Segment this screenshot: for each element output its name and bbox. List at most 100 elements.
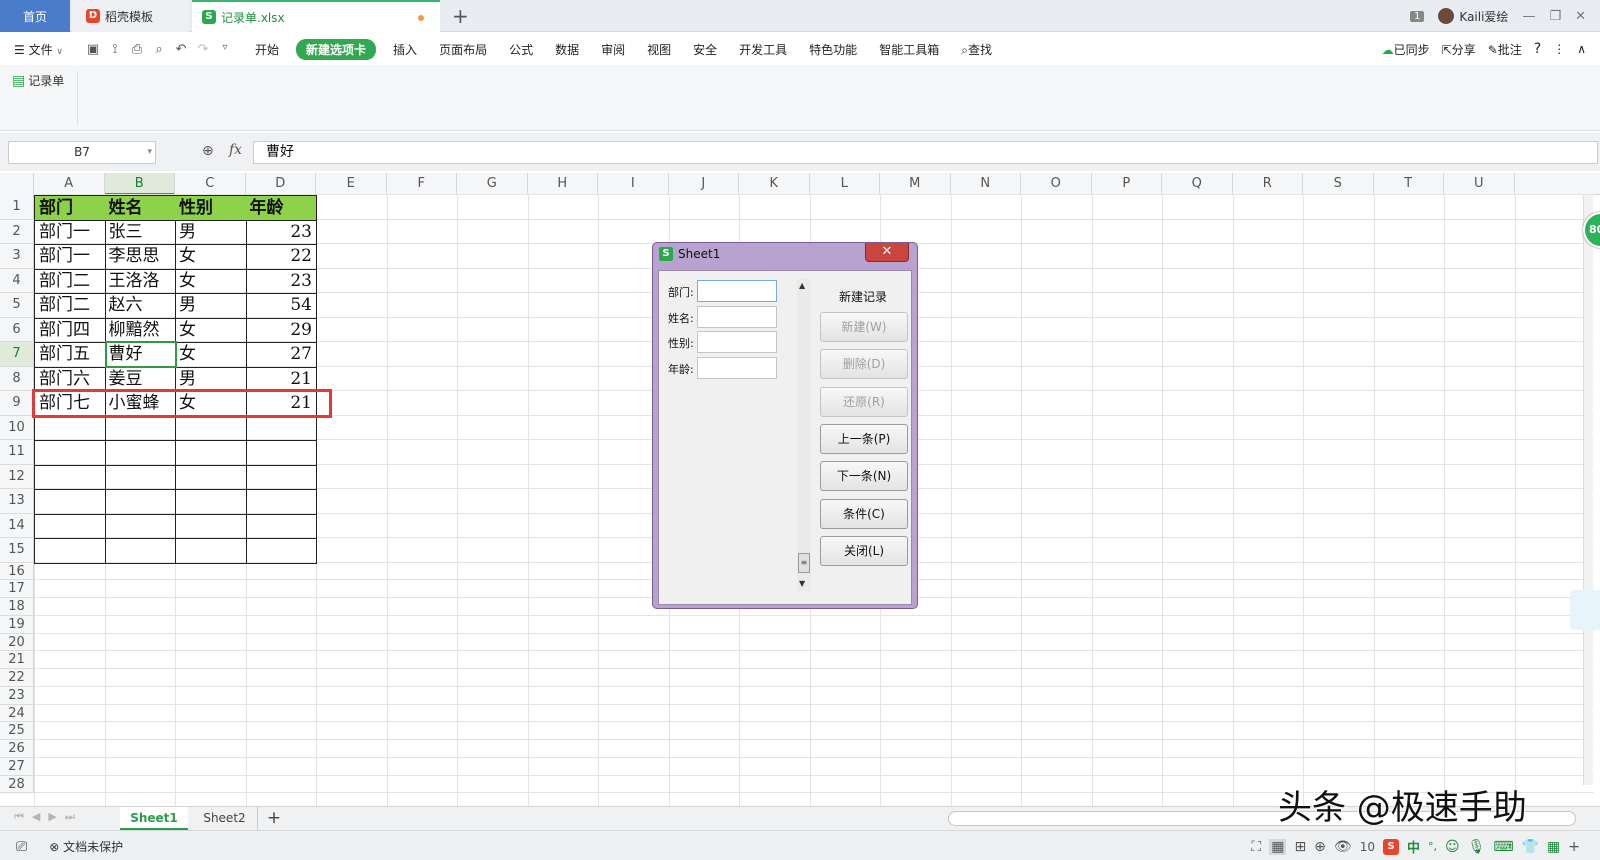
table-cell[interactable]: 23 (245, 219, 317, 245)
field-input[interactable] (697, 280, 777, 302)
table-cell[interactable]: 27 (245, 342, 317, 368)
column-header-P[interactable]: P (1092, 173, 1162, 195)
page-break-view-icon[interactable]: ⊞ (1294, 839, 1306, 855)
toolbox-icon[interactable]: ▦ (1547, 839, 1560, 855)
sheet-tab-sheet2[interactable]: Sheet2 (192, 807, 258, 830)
row-header-12[interactable]: 12 (0, 464, 34, 489)
share-button[interactable]: ⇱分享 (1442, 41, 1476, 58)
row-header-23[interactable]: 23 (0, 686, 34, 705)
microphone-icon[interactable]: 🎙 (1468, 839, 1486, 855)
column-header-D[interactable]: D (246, 173, 316, 195)
dialog-button-6[interactable]: 条件(C) (820, 498, 908, 529)
column-header-H[interactable]: H (528, 173, 598, 195)
ribbon-tab-1[interactable]: 开始 (244, 41, 290, 58)
empty-table-cell[interactable] (34, 440, 106, 466)
select-all-corner[interactable] (0, 173, 34, 195)
empty-table-cell[interactable] (245, 440, 317, 466)
record-scrollbar[interactable]: ▲ ≡ ▼ (797, 279, 811, 591)
keyboard-icon[interactable]: ⌨ (1493, 839, 1513, 855)
empty-table-cell[interactable] (175, 513, 247, 539)
row-header-21[interactable]: 21 (0, 651, 34, 669)
tab-template[interactable]: D 稻壳模板 (72, 0, 189, 32)
minimize-icon[interactable]: — (1522, 9, 1535, 24)
table-cell[interactable]: 29 (245, 317, 317, 343)
table-cell[interactable]: 女 (175, 268, 247, 294)
table-header-cell[interactable]: 性别 (175, 195, 247, 221)
column-header-K[interactable]: K (739, 173, 810, 195)
empty-table-cell[interactable] (104, 415, 176, 441)
ribbon-tab-3[interactable]: 插入 (382, 41, 428, 58)
insert-function-button[interactable]: fx (229, 142, 242, 158)
table-cell[interactable]: 部门二 (34, 268, 106, 294)
empty-table-cell[interactable] (34, 464, 106, 490)
protection-status[interactable]: ⊗ 文档未保护 (49, 838, 123, 855)
sogou-ime-icon[interactable]: S (1382, 838, 1399, 855)
row-header-14[interactable]: 14 (0, 513, 34, 538)
empty-table-cell[interactable] (104, 538, 176, 564)
zoom-in-icon[interactable]: + (1568, 839, 1580, 855)
table-cell[interactable]: 王洛洛 (104, 268, 176, 294)
dialog-button-3[interactable]: 还原(R) (820, 386, 908, 417)
file-menu[interactable]: ☰ 文件 ∨ (0, 41, 74, 58)
tab-home[interactable]: 首页 (0, 0, 70, 32)
ribbon-tab-9[interactable]: 安全 (682, 41, 728, 58)
column-header-L[interactable]: L (810, 173, 880, 195)
row-header-15[interactable]: 15 (0, 538, 34, 563)
column-header-C[interactable]: C (175, 173, 246, 195)
window-count-badge[interactable]: 1 (1410, 10, 1425, 22)
row-header-20[interactable]: 20 (0, 633, 34, 652)
table-cell[interactable]: 李思思 (104, 244, 176, 270)
chevron-down-icon[interactable]: ▾ (147, 142, 152, 163)
table-cell[interactable]: 部门五 (34, 342, 106, 368)
empty-table-cell[interactable] (175, 538, 247, 564)
print-icon[interactable]: ⎙ (126, 42, 148, 57)
row-header-22[interactable]: 22 (0, 669, 34, 687)
table-cell[interactable]: 女 (175, 342, 247, 368)
column-header-G[interactable]: G (457, 173, 528, 195)
column-header-O[interactable]: O (1021, 173, 1092, 195)
table-cell[interactable]: 赵六 (104, 293, 176, 319)
row-header-7[interactable]: 7 (0, 342, 34, 367)
empty-table-cell[interactable] (104, 513, 176, 539)
column-header-F[interactable]: F (387, 173, 457, 195)
empty-table-cell[interactable] (245, 464, 317, 490)
more-icon[interactable]: ⋮ (1553, 42, 1565, 56)
column-header-B[interactable]: B (104, 173, 175, 195)
add-sheet-button[interactable]: + (262, 807, 286, 830)
ribbon-tab-10[interactable]: 开发工具 (728, 41, 798, 58)
column-header-U[interactable]: U (1444, 173, 1515, 195)
table-cell[interactable]: 22 (245, 244, 317, 270)
row-header-11[interactable]: 11 (0, 440, 34, 465)
dialog-close-button[interactable]: ✕ (865, 243, 909, 262)
row-header-9[interactable]: 9 (0, 391, 34, 416)
column-header-T[interactable]: T (1374, 173, 1444, 195)
customize-icon[interactable]: ▿ (214, 42, 236, 57)
name-box[interactable]: B7 ▾ (8, 141, 156, 164)
dialog-button-2[interactable]: 删除(D) (820, 349, 908, 380)
table-cell[interactable]: 女 (175, 244, 247, 270)
eye-icon[interactable]: 👁 (1334, 839, 1352, 855)
skin-icon[interactable]: 👕 (1522, 839, 1539, 855)
sync-status[interactable]: ☁已同步 (1382, 41, 1430, 58)
table-cell[interactable]: 柳黯然 (104, 317, 176, 343)
dialog-button-1[interactable]: 新建(W) (820, 312, 908, 342)
row-header-5[interactable]: 5 (0, 293, 34, 318)
row-header-16[interactable]: 16 (0, 562, 34, 581)
help-icon[interactable]: ? (1534, 41, 1541, 57)
ribbon-tab-2[interactable]: 新建选项卡 (296, 38, 377, 60)
row-header-3[interactable]: 3 (0, 244, 34, 269)
normal-view-icon[interactable]: ▦ (1269, 838, 1287, 855)
sheet-nav-arrows[interactable]: ⏮◀▶⏭ (14, 810, 83, 824)
floating-tool-icon[interactable] (1570, 590, 1600, 630)
dialog-button-7[interactable]: 关闭(L) (820, 535, 908, 566)
column-header-J[interactable]: J (669, 173, 739, 195)
empty-table-cell[interactable] (104, 464, 176, 490)
row-header-10[interactable]: 10 (0, 415, 34, 440)
fullscreen-icon[interactable]: ⛶ (1251, 839, 1261, 855)
ime-punct-indicator[interactable]: °, (1428, 840, 1437, 853)
tab-file[interactable]: S 记录单.xlsx (192, 0, 440, 32)
table-header-cell[interactable]: 姓名 (104, 195, 176, 221)
undo-icon[interactable]: ↶ (170, 42, 192, 57)
ribbon-tab-5[interactable]: 公式 (498, 41, 544, 58)
close-icon[interactable]: ✕ (1575, 9, 1586, 24)
